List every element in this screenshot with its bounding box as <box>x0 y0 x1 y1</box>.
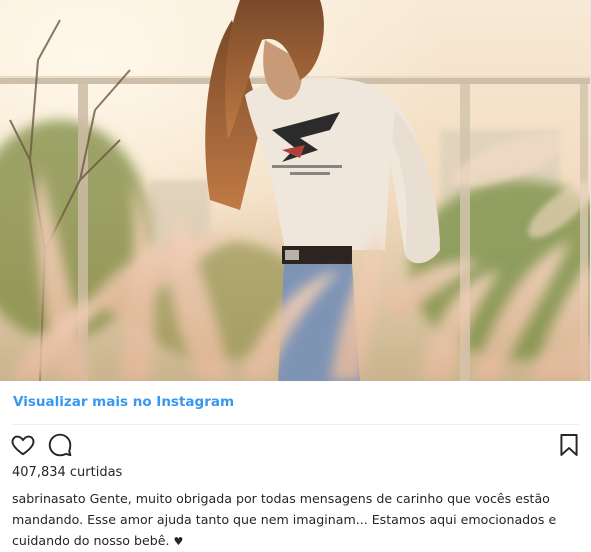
photo-illustration <box>0 0 590 381</box>
likes-count[interactable]: 407,834 curtidas <box>12 465 122 480</box>
divider <box>12 424 579 425</box>
caption-text: Gente, muito obrigada por todas mensagen… <box>12 491 557 548</box>
caption-username[interactable]: sabrinasato <box>12 491 86 506</box>
heart-emoji: ♥ <box>173 535 184 548</box>
bookmark-icon[interactable] <box>556 432 582 458</box>
heart-outline-icon[interactable] <box>10 432 36 458</box>
post-caption: sabrinasato Gente, muito obrigada por to… <box>12 488 572 552</box>
view-more-on-instagram-link[interactable]: Visualizar mais no Instagram <box>13 394 234 410</box>
action-bar <box>0 430 591 460</box>
comment-bubble-icon[interactable] <box>47 432 73 458</box>
instagram-embed: Visualizar mais no Instagram 407,834 cur… <box>0 0 591 548</box>
post-photo[interactable] <box>0 0 591 381</box>
